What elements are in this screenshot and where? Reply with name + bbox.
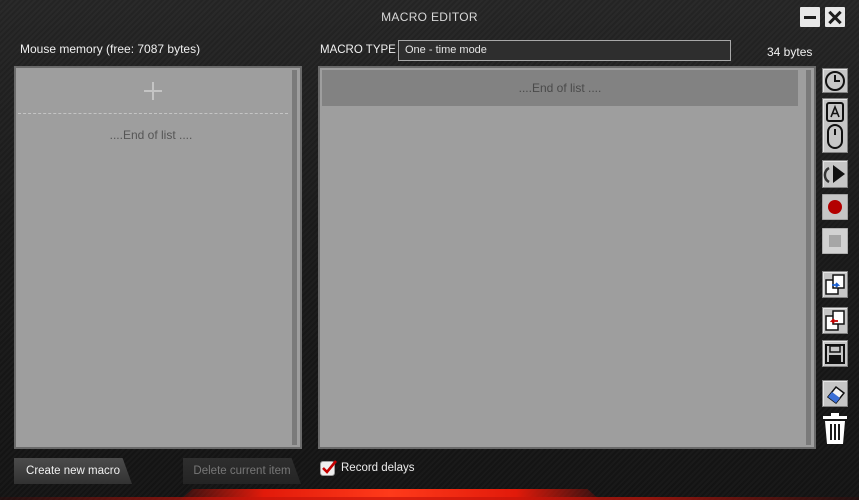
delay-clock-icon xyxy=(825,70,845,91)
paste-icon xyxy=(825,309,845,331)
record-delays-checkbox[interactable] xyxy=(320,459,338,476)
macro-content-end-row[interactable]: ....End of list .... xyxy=(322,70,798,106)
record-icon xyxy=(822,194,848,220)
trash-icon xyxy=(823,413,847,444)
save-button[interactable] xyxy=(822,340,848,367)
macro-content-end-label: ....End of list .... xyxy=(518,81,602,95)
macro-editor-window: MACRO EDITOR Mouse memory (free: 7087 by… xyxy=(0,0,859,500)
create-new-macro-button[interactable]: Create new macro xyxy=(14,458,132,484)
stop-button[interactable] xyxy=(822,228,848,254)
macro-size-label: 34 bytes xyxy=(767,45,813,59)
cursor-action-icon xyxy=(823,165,845,184)
eraser-icon xyxy=(826,385,846,404)
insert-cursor-action-button[interactable] xyxy=(822,160,848,188)
macro-content-panel: ....End of list .... xyxy=(318,66,816,449)
delete-macro-button[interactable] xyxy=(822,412,848,446)
mouse-memory-label: Mouse memory (free: 7087 bytes) xyxy=(20,42,201,56)
delete-current-item-button[interactable]: Delete current item xyxy=(183,458,301,484)
window-title: MACRO EDITOR xyxy=(381,10,478,24)
macro-type-select[interactable]: One - time mode xyxy=(398,40,731,61)
insert-key-mouse-button[interactable] xyxy=(822,98,848,153)
macro-list-scrollbar[interactable] xyxy=(292,70,297,445)
macro-list-end-label: ....End of list .... xyxy=(109,128,193,142)
stop-icon xyxy=(822,228,848,254)
copy-button[interactable] xyxy=(822,271,848,298)
keyboard-mouse-icon xyxy=(826,101,844,149)
macro-type-label: MACRO TYPE xyxy=(320,44,396,56)
macro-list-panel: ....End of list .... xyxy=(14,66,302,449)
erase-button[interactable] xyxy=(822,380,848,407)
insert-delay-button[interactable] xyxy=(822,68,848,93)
record-button[interactable] xyxy=(822,194,848,220)
macro-content-scrollbar[interactable] xyxy=(806,70,811,445)
record-delays-label: Record delays xyxy=(341,462,415,474)
checkmark-icon xyxy=(322,459,338,474)
record-delays-option[interactable]: Record delays xyxy=(320,459,415,477)
save-icon xyxy=(825,343,845,364)
paste-button[interactable] xyxy=(822,307,848,334)
copy-icon xyxy=(825,273,845,295)
minimize-button[interactable] xyxy=(800,7,820,27)
plus-icon[interactable] xyxy=(144,82,162,100)
add-macro-row[interactable] xyxy=(18,70,288,114)
title-bar[interactable]: MACRO EDITOR xyxy=(0,0,859,34)
close-button[interactable] xyxy=(825,7,845,27)
